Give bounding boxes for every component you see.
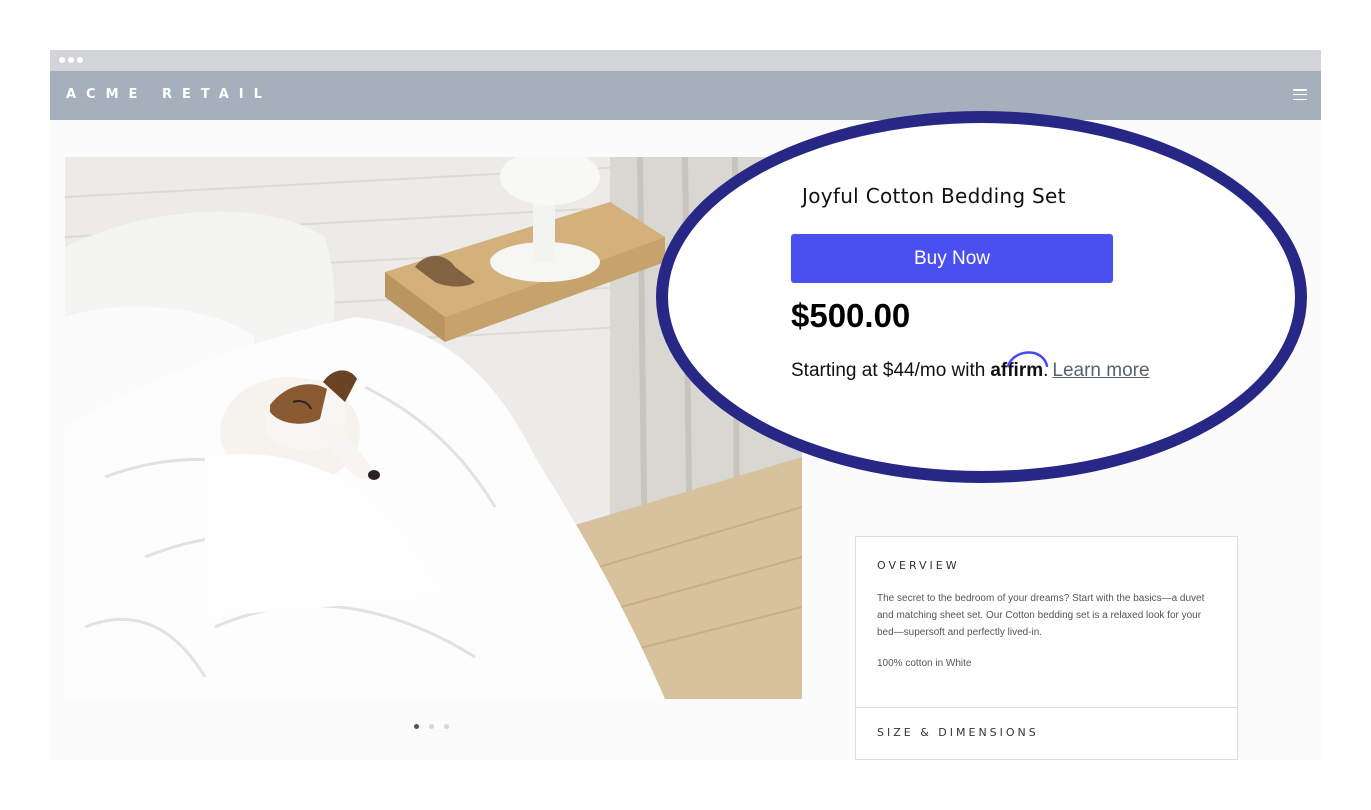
size-dimensions-heading: SIZE & DIMENSIONS: [877, 726, 1039, 739]
product-details-panel: OVERVIEW The secret to the bedroom of yo…: [855, 536, 1238, 760]
carousel-indicator: [414, 724, 449, 729]
overview-description: The secret to the bedroom of your dreams…: [877, 593, 1205, 638]
financing-message: Starting at $44/mo with affirm . Learn m…: [791, 351, 1150, 382]
hamburger-menu-icon[interactable]: [1293, 89, 1307, 100]
buy-now-button[interactable]: Buy Now: [791, 234, 1113, 283]
learn-more-link[interactable]: Learn more: [1052, 360, 1149, 382]
overview-section[interactable]: OVERVIEW The secret to the bedroom of yo…: [856, 537, 1237, 708]
size-dimensions-section[interactable]: SIZE & DIMENSIONS: [856, 708, 1237, 757]
affirm-logo: affirm: [990, 351, 1049, 382]
site-header: ACME RETAIL: [50, 71, 1321, 120]
window-dot-icon[interactable]: [68, 57, 74, 63]
window-titlebar: [50, 50, 1321, 71]
window-dot-icon[interactable]: [59, 57, 65, 63]
overview-material: 100% cotton in White: [877, 658, 972, 669]
carousel-dot[interactable]: [414, 724, 419, 729]
carousel-dot[interactable]: [429, 724, 434, 729]
window-controls: [59, 57, 83, 63]
carousel-dot[interactable]: [444, 724, 449, 729]
overview-heading: OVERVIEW: [877, 559, 960, 572]
brand-logo[interactable]: ACME RETAIL: [66, 87, 272, 102]
highlight-ellipse: [656, 111, 1307, 483]
product-title: Joyful Cotton Bedding Set: [802, 184, 1066, 208]
financing-prefix: Starting at $44/mo with: [791, 360, 986, 381]
affirm-arc-icon: [1007, 351, 1049, 367]
window-dot-icon[interactable]: [77, 57, 83, 63]
product-price: $500.00: [791, 297, 911, 334]
